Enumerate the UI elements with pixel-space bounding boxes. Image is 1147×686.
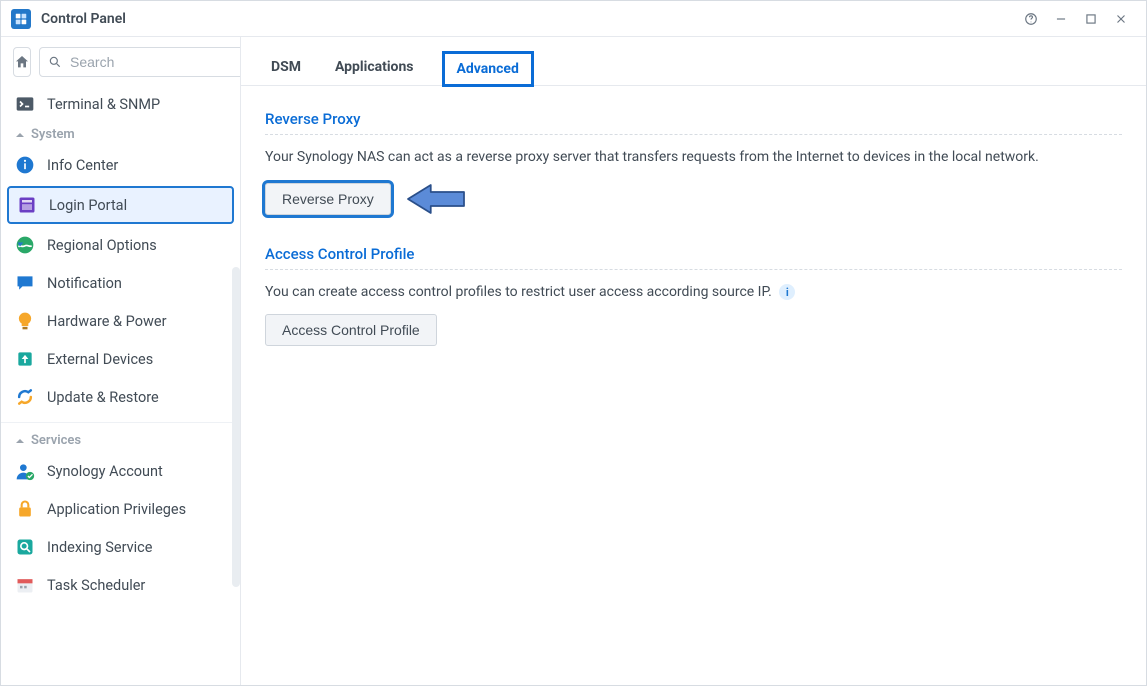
sidebar-item-indexing-service[interactable]: Indexing Service xyxy=(1,528,240,566)
section-title-reverse-proxy: Reverse Proxy xyxy=(265,110,1122,128)
tabs: DSM Applications Advanced xyxy=(241,37,1146,86)
info-icon xyxy=(15,155,35,175)
home-button[interactable] xyxy=(13,47,31,77)
search-field[interactable] xyxy=(39,47,241,77)
sidebar: Terminal & SNMP System Info Center Login… xyxy=(1,37,241,685)
main-panel: DSM Applications Advanced Reverse Proxy … xyxy=(241,37,1146,685)
reverse-proxy-button[interactable]: Reverse Proxy xyxy=(265,183,391,215)
sidebar-item-synology-account[interactable]: Synology Account xyxy=(1,452,240,490)
tab-content-advanced: Reverse Proxy Your Synology NAS can act … xyxy=(241,86,1146,390)
user-check-icon xyxy=(15,461,35,481)
search-icon xyxy=(48,55,62,69)
sidebar-item-task-scheduler[interactable]: Task Scheduler xyxy=(1,566,240,604)
lock-icon xyxy=(15,499,35,519)
tab-advanced[interactable]: Advanced xyxy=(442,51,534,87)
sidebar-item-update-restore[interactable]: Update & Restore xyxy=(1,378,240,416)
tab-applications[interactable]: Applications xyxy=(329,49,420,85)
minimize-button[interactable] xyxy=(1046,4,1076,34)
sync-icon xyxy=(15,387,35,407)
chevron-up-icon xyxy=(15,130,25,140)
divider xyxy=(265,134,1122,135)
callout-arrow-icon xyxy=(401,179,471,219)
sidebar-nav: Terminal & SNMP System Info Center Login… xyxy=(1,85,240,685)
sidebar-item-application-privileges[interactable]: Application Privileges xyxy=(1,490,240,528)
section-title-access-control: Access Control Profile xyxy=(265,245,1122,263)
group-header-system[interactable]: System xyxy=(1,123,240,146)
access-control-description: You can create access control profiles t… xyxy=(265,284,1122,300)
window-title: Control Panel xyxy=(41,11,126,27)
login-portal-icon xyxy=(17,195,37,215)
sidebar-item-notification[interactable]: Notification xyxy=(1,264,240,302)
globe-icon xyxy=(15,235,35,255)
reverse-proxy-description: Your Synology NAS can act as a reverse p… xyxy=(265,149,1122,165)
search-input[interactable] xyxy=(68,53,241,71)
app-window: Control Panel Terminal & SNMP xyxy=(0,0,1147,686)
sidebar-item-hardware-power[interactable]: Hardware & Power xyxy=(1,302,240,340)
bulb-icon xyxy=(15,311,35,331)
group-header-services[interactable]: Services xyxy=(1,422,240,452)
titlebar: Control Panel xyxy=(1,1,1146,37)
terminal-icon xyxy=(15,94,35,114)
app-icon xyxy=(11,9,31,29)
sidebar-item-login-portal[interactable]: Login Portal xyxy=(7,186,234,224)
divider xyxy=(265,269,1122,270)
sidebar-item-external-devices[interactable]: External Devices xyxy=(1,340,240,378)
info-icon[interactable]: i xyxy=(779,284,795,300)
close-button[interactable] xyxy=(1106,4,1136,34)
sidebar-item-regional-options[interactable]: Regional Options xyxy=(1,226,240,264)
sidebar-item-terminal-snmp[interactable]: Terminal & SNMP xyxy=(1,85,240,123)
chevron-up-icon xyxy=(15,436,25,446)
sidebar-item-info-center[interactable]: Info Center xyxy=(1,146,240,184)
help-button[interactable] xyxy=(1016,4,1046,34)
calendar-icon xyxy=(15,575,35,595)
tab-dsm[interactable]: DSM xyxy=(265,49,307,85)
maximize-button[interactable] xyxy=(1076,4,1106,34)
access-control-profile-button[interactable]: Access Control Profile xyxy=(265,314,437,346)
scrollbar[interactable] xyxy=(232,267,240,587)
chat-icon xyxy=(15,273,35,293)
upload-device-icon xyxy=(15,349,35,369)
search-service-icon xyxy=(15,537,35,557)
